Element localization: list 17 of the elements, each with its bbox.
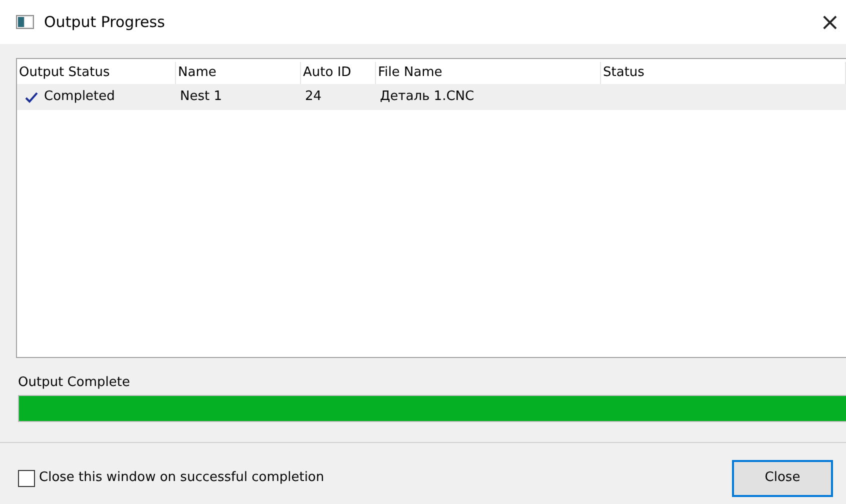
window-title: Output Progress	[44, 12, 165, 33]
table-cell-text: Nest 1	[180, 88, 222, 106]
column-header[interactable]: Status	[603, 62, 644, 84]
progress-label: Output Complete	[18, 374, 131, 392]
table-cell-text: Completed	[44, 88, 115, 106]
column-header[interactable]: Name	[178, 62, 216, 84]
close-button[interactable]: ×	[814, 10, 846, 34]
table-cell-text: Деталь 1.CNC	[380, 88, 474, 106]
column-header[interactable]: File Name	[378, 62, 442, 84]
checkbox[interactable]	[18, 470, 35, 486]
checkbox-label[interactable]: Close this window on successful completion	[39, 468, 324, 488]
window-icon	[16, 15, 34, 29]
column-header[interactable]: Auto ID	[303, 62, 352, 84]
close-button[interactable]: Close	[732, 460, 833, 496]
table-cell-text: 24	[305, 88, 322, 106]
table-row[interactable]: Completed Nest 1 24 Деталь 1.CNC	[17, 84, 846, 110]
column-header[interactable]: Output Status	[19, 62, 110, 84]
